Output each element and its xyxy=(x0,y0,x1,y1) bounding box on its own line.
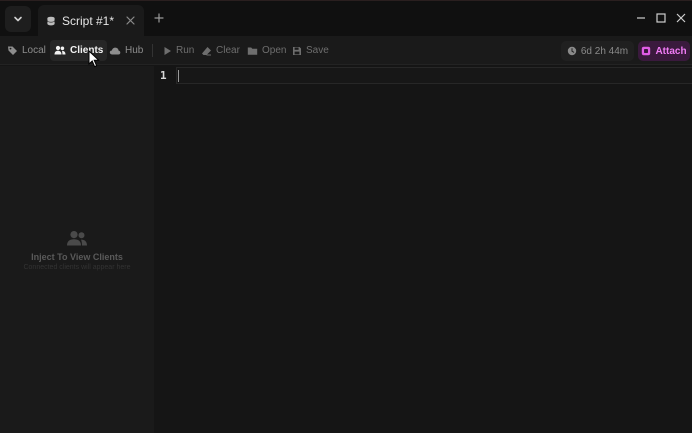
eraser-icon xyxy=(202,46,211,55)
minimize-icon xyxy=(637,17,645,19)
line-number-gutter: 1 xyxy=(154,66,176,433)
save-icon xyxy=(293,46,301,55)
play-icon xyxy=(164,46,171,55)
time-remaining-text: 6d 2h 44m xyxy=(580,45,629,57)
save-button[interactable]: Save xyxy=(288,40,333,61)
save-label: Save xyxy=(306,45,329,56)
text-caret xyxy=(178,70,179,82)
maximize-button[interactable] xyxy=(654,9,668,27)
current-line-highlight xyxy=(176,67,692,84)
attach-icon xyxy=(642,46,651,56)
folder-icon xyxy=(247,47,258,55)
empty-state-title: Inject To View Clients xyxy=(31,252,123,262)
time-remaining-badge: 6d 2h 44m xyxy=(561,41,634,61)
attach-label: Attach xyxy=(655,45,687,57)
local-button[interactable]: Local xyxy=(3,40,50,61)
close-icon xyxy=(676,13,686,23)
toolbar-divider xyxy=(152,44,153,57)
close-tab-icon[interactable] xyxy=(124,14,136,26)
mouse-cursor-icon xyxy=(88,50,100,68)
window-controls xyxy=(634,9,688,27)
minimize-button[interactable] xyxy=(634,9,648,27)
clients-panel: Inject To View Clients Connected clients… xyxy=(0,66,154,433)
users-icon xyxy=(67,231,87,246)
app-window: Script #1* Local Clients Hub Run Clear O… xyxy=(0,0,692,433)
plus-icon xyxy=(154,13,164,23)
hub-label: Hub xyxy=(125,45,144,56)
database-icon xyxy=(46,16,56,26)
close-window-button[interactable] xyxy=(674,9,688,27)
clear-button[interactable]: Clear xyxy=(197,40,244,61)
clear-label: Clear xyxy=(216,45,240,56)
local-label: Local xyxy=(22,45,46,56)
line-number: 1 xyxy=(160,69,167,82)
tab-label: Script #1* xyxy=(62,14,115,28)
clients-empty-state: Inject To View Clients Connected clients… xyxy=(0,230,154,271)
code-editor[interactable]: 1 xyxy=(154,66,692,433)
hub-button[interactable]: Hub xyxy=(105,40,147,61)
tab-script-1[interactable]: Script #1* xyxy=(38,5,144,37)
run-button[interactable]: Run xyxy=(159,40,198,61)
empty-state-subtitle: Connected clients will appear here xyxy=(23,264,131,271)
toolbar: Local Clients Hub Run Clear Open Save 6d… xyxy=(0,36,692,65)
maximize-icon xyxy=(656,13,666,23)
tag-icon xyxy=(8,46,17,55)
users-icon xyxy=(54,45,66,55)
open-label: Open xyxy=(262,45,287,56)
run-label: Run xyxy=(176,45,195,56)
chevron-down-icon xyxy=(14,16,22,22)
title-bar: Script #1* xyxy=(0,0,692,37)
new-tab-button[interactable] xyxy=(152,11,166,25)
clock-icon xyxy=(567,46,577,56)
cloud-icon xyxy=(109,47,121,54)
tabs-dropdown-button[interactable] xyxy=(5,6,31,32)
open-button[interactable]: Open xyxy=(243,40,290,61)
attach-button[interactable]: Attach xyxy=(638,41,690,61)
